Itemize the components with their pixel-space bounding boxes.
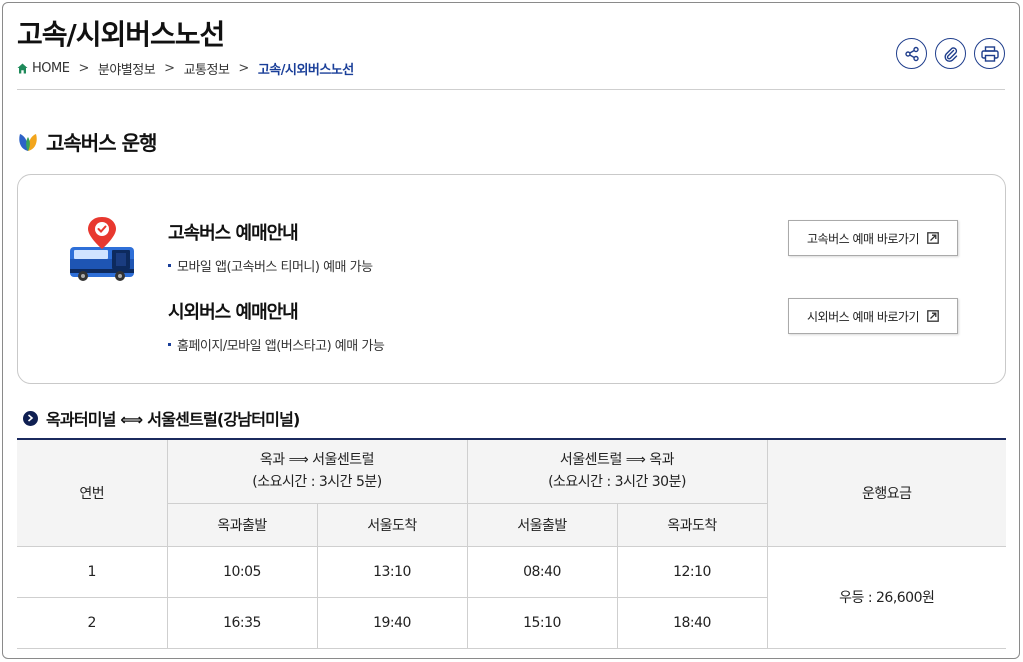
share-button[interactable] — [896, 38, 927, 69]
col-header-seoul-depart: 서울출발 — [466, 503, 618, 547]
external-link-icon — [927, 232, 939, 244]
reservation-info-box: 고속버스 예매안내 모바일 앱(고속버스 티머니) 예매 가능 고속버스 예매 … — [17, 174, 1006, 384]
timetable: 연번 옥과 ⟹ 서울센트럴 (소요시간 : 3시간 5분) 서울센트럴 ⟹ 옥과… — [17, 438, 1006, 649]
table-row: 1 10:05 13:10 08:40 12:10 우등 : 26,600원 — [17, 545, 1006, 649]
express-bus-info-desc: 모바일 앱(고속버스 티머니) 예매 가능 — [168, 256, 373, 275]
express-bus-info: 고속버스 예매안내 모바일 앱(고속버스 티머니) 예매 가능 — [168, 219, 373, 275]
print-icon — [980, 45, 999, 62]
intercity-bus-info-desc: 홈페이지/모바일 앱(버스타고) 예매 가능 — [168, 335, 385, 354]
intercity-bus-booking-button[interactable]: 시외버스 예매 바로가기 — [788, 298, 958, 334]
col-header-okgwa-depart: 옥과출발 — [167, 503, 318, 547]
express-bus-info-title: 고속버스 예매안내 — [168, 223, 299, 244]
direction-1-route: 옥과 ⟹ 서울센트럴 — [259, 452, 375, 469]
leaf-logo-icon — [19, 133, 37, 151]
chevron-right-icon: > — [164, 61, 175, 76]
chevron-right-icon: > — [238, 61, 249, 76]
col-header-direction-1: 옥과 ⟹ 서울센트럴 (소요시간 : 3시간 5분) — [166, 439, 468, 504]
link-icon — [943, 46, 957, 62]
cell-time: 19:40 — [316, 596, 468, 649]
section-title: 고속버스 운행 — [17, 127, 157, 156]
direction-2-duration: (소요시간 : 3시간 30분) — [548, 474, 686, 491]
express-bus-booking-label: 고속버스 예매 바로가기 — [806, 231, 920, 246]
copy-link-button[interactable] — [935, 38, 966, 69]
breadcrumb: HOME > 분야별정보 > 교통정보 > 고속/시외버스노선 — [17, 59, 354, 78]
cell-time: 15:10 — [466, 596, 618, 649]
external-link-icon — [927, 310, 939, 322]
cell-time: 16:35 — [166, 596, 318, 649]
bus-location-icon — [70, 217, 134, 281]
section-title-text: 고속버스 운행 — [46, 131, 157, 155]
breadcrumb-category[interactable]: 분야별정보 — [98, 59, 156, 78]
home-icon — [17, 63, 28, 74]
page-tools — [896, 38, 1005, 69]
direction-2-route: 서울센트럴 ⟹ 옥과 — [559, 452, 675, 469]
cell-time: 08:40 — [466, 545, 618, 598]
col-header-no: 연번 — [17, 439, 168, 547]
header-divider — [17, 89, 1005, 90]
page-frame: 고속/시외버스노선 HOME > 분야별정보 > 교통정보 > 고속/시외버스노… — [2, 2, 1020, 659]
share-icon — [904, 46, 919, 61]
route-title: 옥과터미널 ⟺ 서울센트럴(강남터미널) — [23, 406, 300, 430]
cell-time: 10:05 — [166, 545, 318, 598]
cell-no: 1 — [17, 545, 168, 598]
intercity-bus-booking-label: 시외버스 예매 바로가기 — [806, 309, 920, 324]
col-header-seoul-arrive: 서울도착 — [316, 503, 468, 547]
page-title: 고속/시외버스노선 — [17, 18, 225, 51]
intercity-bus-info-title: 시외버스 예매안내 — [168, 302, 299, 323]
intercity-bus-info: 시외버스 예매안내 홈페이지/모바일 앱(버스타고) 예매 가능 — [168, 298, 385, 354]
direction-1-duration: (소요시간 : 3시간 5분) — [252, 474, 382, 491]
cell-no: 2 — [17, 596, 168, 649]
print-button[interactable] — [974, 38, 1005, 69]
breadcrumb-current: 고속/시외버스노선 — [257, 63, 354, 78]
breadcrumb-home[interactable]: HOME — [32, 61, 70, 76]
col-header-fare: 운행요금 — [766, 439, 1006, 547]
breadcrumb-traffic[interactable]: 교통정보 — [184, 59, 230, 78]
col-header-direction-2: 서울센트럴 ⟹ 옥과 (소요시간 : 3시간 30분) — [466, 439, 768, 504]
chevron-right-circle-icon — [23, 410, 38, 426]
col-header-okgwa-arrive: 옥과도착 — [616, 503, 767, 547]
route-title-text: 옥과터미널 ⟺ 서울센트럴(강남터미널) — [46, 410, 300, 429]
cell-time: 12:10 — [616, 545, 768, 598]
cell-time: 18:40 — [616, 596, 767, 649]
cell-time: 13:10 — [316, 545, 468, 598]
chevron-right-icon: > — [78, 61, 89, 76]
cell-fare: 우등 : 26,600원 — [766, 545, 1006, 649]
express-bus-booking-button[interactable]: 고속버스 예매 바로가기 — [788, 220, 958, 256]
